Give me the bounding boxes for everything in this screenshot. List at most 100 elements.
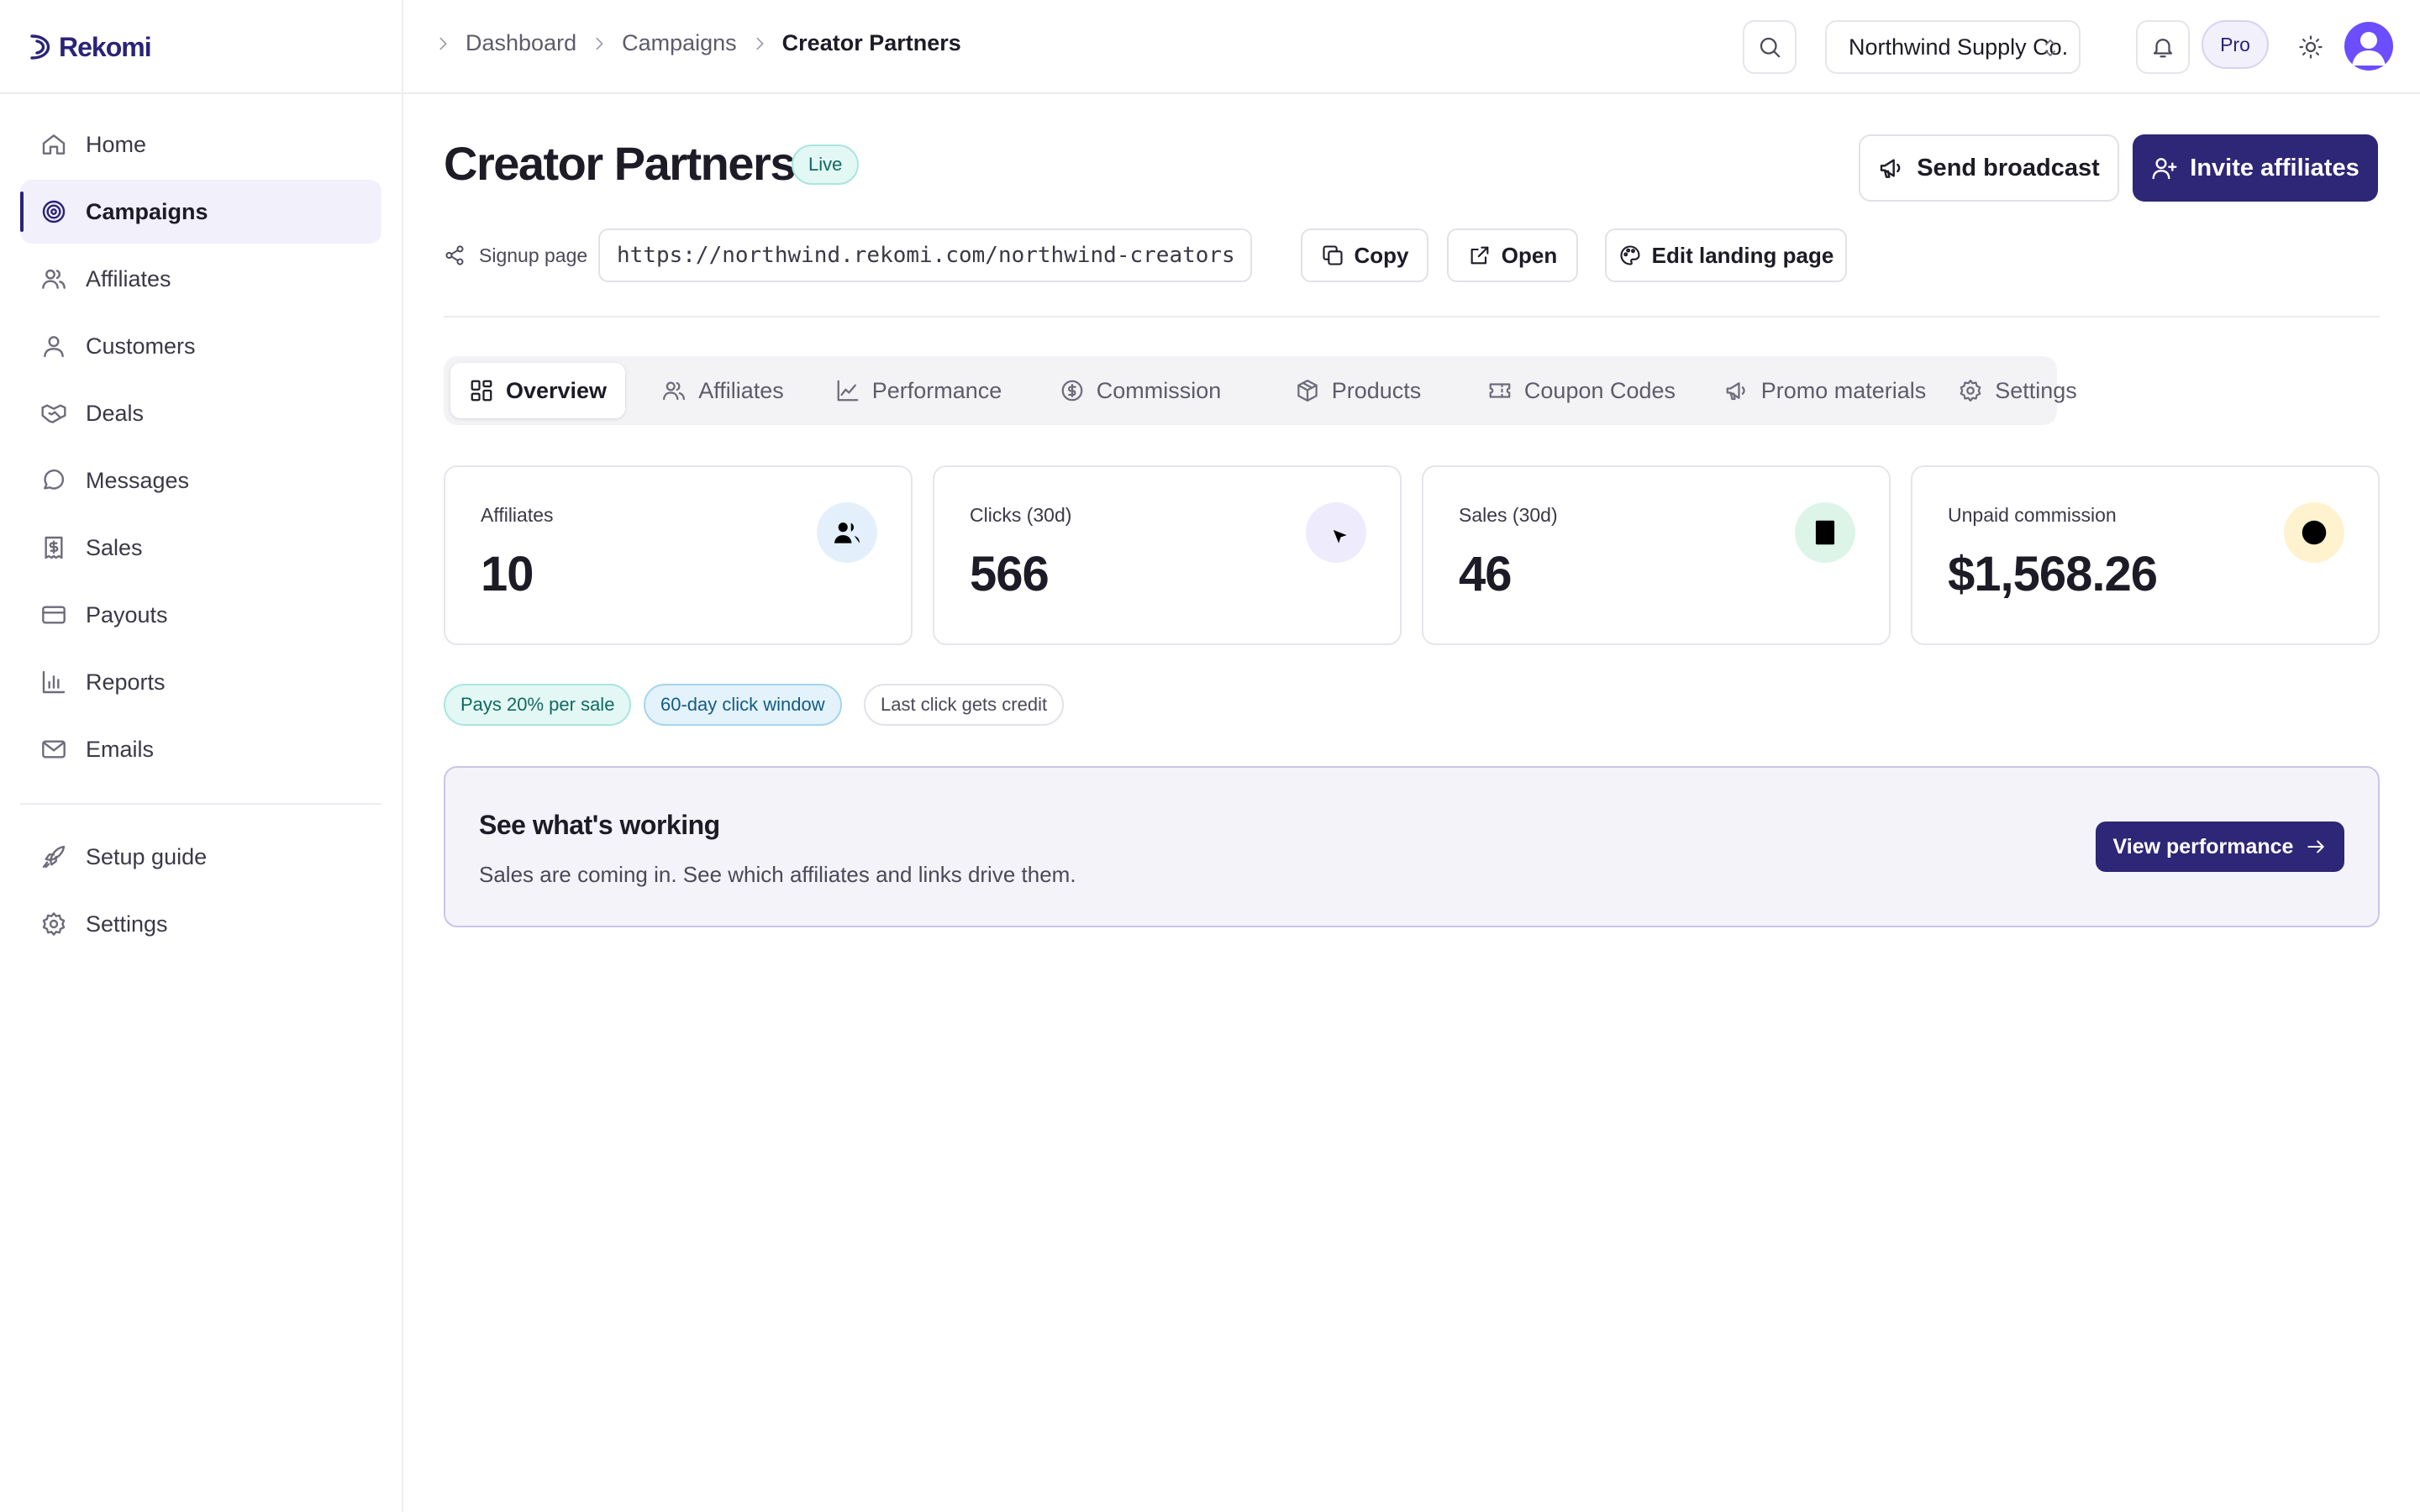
sidebar-item-label: Affiliates — [86, 265, 171, 291]
tab-label: Coupon Codes — [1523, 377, 1676, 403]
sidebar-item-campaigns[interactable]: Campaigns — [20, 180, 381, 244]
sidebar-item-label: Messages — [86, 467, 190, 493]
user-avatar-icon — [2352, 32, 2386, 66]
sidebar-item-messages[interactable]: Messages — [20, 449, 381, 512]
sidebar-section-divider — [20, 803, 381, 805]
gear-icon — [40, 911, 67, 937]
stat-label: Sales (30d) — [1459, 504, 1558, 526]
sidebar-item-label: Campaigns — [86, 198, 208, 224]
breadcrumb-current: Creator Partners — [781, 30, 961, 55]
sidebar-item-reports[interactable]: Reports — [20, 650, 381, 714]
home-icon — [40, 131, 67, 158]
clock-icon — [2284, 502, 2344, 563]
receipt-icon — [40, 534, 67, 561]
commission-rate-pill: Pays 20% per sale — [444, 684, 632, 726]
megaphone-icon — [1878, 155, 1917, 181]
tab-label: Settings — [1995, 377, 2077, 403]
dollar-icon — [1060, 378, 1097, 403]
organization-name: Northwind Supply Co. — [1849, 34, 2069, 60]
credit-card-icon — [40, 601, 67, 628]
status-badge: Live — [792, 144, 860, 185]
breadcrumb-dashboard[interactable]: Dashboard — [466, 30, 576, 56]
cursor-click-icon — [1306, 502, 1366, 563]
sidebar-secondary-nav: Setup guide Settings — [20, 825, 381, 959]
sidebar-nav: Home Campaigns Affiliates Customers Deal… — [20, 113, 381, 785]
tab-commission[interactable]: Commission — [1027, 363, 1254, 418]
stat-value: $1,568.26 — [1948, 547, 2158, 601]
search-button[interactable] — [1743, 20, 1797, 74]
view-performance-label: View performance — [2112, 834, 2294, 858]
copy-label: Copy — [1354, 242, 1409, 268]
tab-promo-materials[interactable]: Promo materials — [1711, 363, 1939, 418]
tab-coupon-codes[interactable]: Coupon Codes — [1462, 363, 1701, 418]
copy-url-button[interactable]: Copy — [1301, 228, 1428, 282]
sidebar-item-setup-guide[interactable]: Setup guide — [20, 825, 381, 889]
receipt-icon — [1795, 502, 1855, 563]
users-icon — [40, 265, 67, 292]
insight-title: See what's working — [479, 810, 720, 840]
invite-affiliates-button[interactable]: Invite affiliates — [2133, 134, 2378, 202]
click-window-pill: 60-day click window — [644, 684, 842, 726]
stat-card-unpaid-commission: Unpaid commission $1,568.26 — [1911, 465, 2380, 645]
tab-performance[interactable]: Performance — [820, 363, 1017, 418]
sidebar-divider — [0, 92, 403, 94]
chevron-right-icon — [590, 34, 608, 53]
open-url-button[interactable]: Open — [1447, 228, 1578, 282]
share-icon — [444, 244, 466, 266]
tab-label: Commission — [1096, 377, 1222, 403]
sidebar-item-sales[interactable]: Sales — [20, 516, 381, 580]
sidebar-item-label: Deals — [86, 400, 145, 426]
sidebar-item-label: Home — [86, 131, 147, 157]
tab-overview[interactable]: Overview — [450, 363, 625, 418]
chevron-up-down-icon — [2040, 37, 2060, 59]
sidebar-item-deals[interactable]: Deals — [20, 381, 381, 445]
plan-badge[interactable]: Pro — [2202, 20, 2269, 69]
sidebar-item-label: Settings — [86, 911, 168, 937]
sidebar-item-label: Customers — [86, 333, 196, 359]
copy-icon — [1321, 244, 1355, 267]
sidebar-item-settings[interactable]: Settings — [20, 892, 381, 956]
open-label: Open — [1501, 242, 1558, 268]
edit-landing-page-label: Edit landing page — [1651, 242, 1834, 268]
organization-select[interactable]: Northwind Supply Co. — [1825, 20, 2081, 74]
user-plus-icon — [2151, 155, 2190, 181]
campaign-tabs: Overview Affiliates Performance Commissi… — [444, 356, 2077, 425]
megaphone-icon — [1724, 378, 1761, 403]
search-icon — [1757, 34, 1782, 60]
edit-landing-page-button[interactable]: Edit landing page — [1605, 228, 1847, 282]
sidebar: Rekomi Home Campaigns Affiliates Custome… — [0, 0, 403, 1512]
tab-label: Promo materials — [1760, 377, 1927, 403]
stat-card-affiliates: Affiliates 10 — [444, 465, 913, 645]
sidebar-item-emails[interactable]: Emails — [20, 717, 381, 781]
sidebar-item-customers[interactable]: Customers — [20, 314, 381, 378]
sidebar-item-payouts[interactable]: Payouts — [20, 583, 381, 647]
sidebar-item-affiliates[interactable]: Affiliates — [20, 247, 381, 311]
view-performance-button[interactable]: View performance — [2096, 822, 2344, 872]
stat-label: Unpaid commission — [1948, 504, 2117, 526]
avatar[interactable] — [2344, 22, 2393, 71]
tab-label: Overview — [505, 377, 608, 403]
header-divider — [444, 316, 2380, 318]
sidebar-item-home[interactable]: Home — [20, 113, 381, 176]
message-icon — [40, 467, 67, 494]
tab-affiliates[interactable]: Affiliates — [635, 363, 810, 418]
theme-toggle-button[interactable] — [2284, 20, 2338, 74]
palette-icon — [1618, 244, 1652, 267]
stat-value: 10 — [481, 547, 534, 601]
insight-text: Sales are coming in. See which affiliate… — [479, 862, 1076, 887]
insight-callout: See what's working Sales are coming in. … — [444, 766, 2380, 927]
send-broadcast-button[interactable]: Send broadcast — [1859, 134, 2119, 202]
signup-url-field[interactable]: https://northwind.rekomi.com/northwind-c… — [598, 228, 1252, 282]
invite-affiliates-label: Invite affiliates — [2190, 154, 2360, 181]
line-chart-icon — [835, 378, 872, 403]
mail-icon — [40, 736, 67, 763]
stat-card-clicks: Clicks (30d) 566 — [933, 465, 1402, 645]
tab-products[interactable]: Products — [1264, 363, 1452, 418]
breadcrumb-campaigns[interactable]: Campaigns — [622, 30, 737, 56]
notifications-button[interactable] — [2136, 20, 2190, 74]
chevron-right-icon — [434, 34, 452, 53]
bar-chart-icon — [40, 669, 67, 696]
tab-settings[interactable]: Settings — [1949, 363, 2086, 418]
app-logo[interactable]: Rekomi — [29, 27, 152, 67]
bell-icon — [2150, 34, 2175, 60]
